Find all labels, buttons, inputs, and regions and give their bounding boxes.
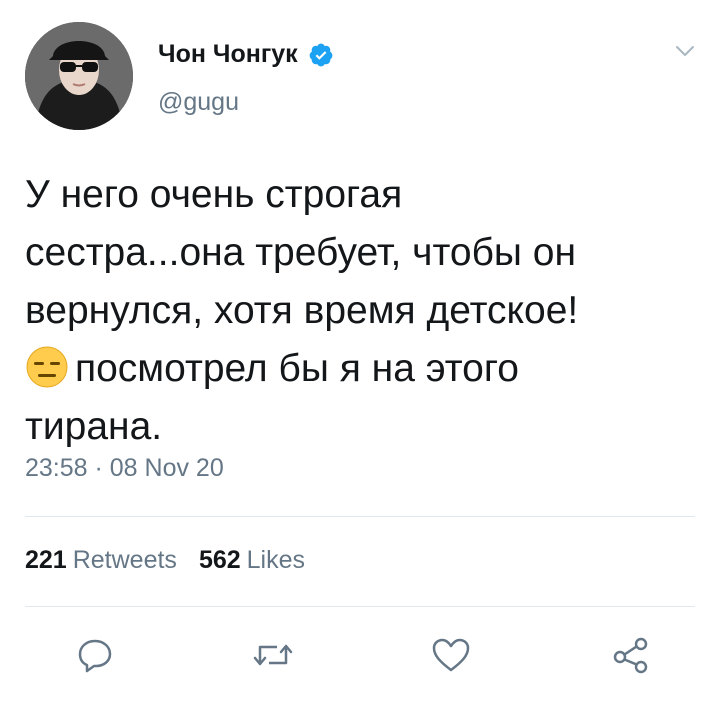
tweet-actions: [0, 630, 720, 680]
divider: [25, 516, 695, 517]
tweet-stats: 221 Retweets 562 Likes: [25, 546, 305, 575]
tweet-text-line: вернулся, хотя время детское!: [25, 289, 579, 332]
retweets-label: Retweets: [72, 546, 177, 574]
chevron-down-icon[interactable]: [672, 38, 698, 64]
reply-icon: [78, 639, 112, 673]
share-button[interactable]: [606, 630, 656, 680]
tweet-text-line: сестра...она требует, чтобы он: [25, 231, 577, 274]
tweet-text-line: посмотрел бы я на этого: [75, 347, 519, 390]
retweets-count: 221: [25, 546, 67, 574]
retweet-icon: [253, 644, 293, 666]
tweet-card: Чон Чонгук @gugu У него очень строгая се…: [0, 0, 720, 704]
tweet-text-line: тирана.: [25, 405, 163, 448]
author-display-name[interactable]: Чон Чонгук: [158, 40, 298, 69]
like-button[interactable]: [426, 630, 476, 680]
reply-button[interactable]: [70, 630, 120, 680]
share-icon: [613, 637, 648, 674]
expressionless-face-emoji-icon: [25, 345, 69, 389]
likes-stat[interactable]: 562 Likes: [199, 546, 305, 575]
verified-badge-icon: [308, 42, 334, 68]
tweet-timestamp[interactable]: 23:58 · 08 Nov 20: [25, 454, 224, 483]
author-handle[interactable]: @gugu: [158, 88, 239, 117]
likes-count: 562: [198, 546, 241, 574]
author-name-row: Чон Чонгук: [158, 40, 334, 69]
tweet-text: У него очень строгая сестра...она требуе…: [25, 166, 695, 456]
retweets-stat[interactable]: 221 Retweets: [25, 546, 177, 575]
tweet-text-line: У него очень строгая: [25, 173, 403, 216]
divider: [25, 606, 695, 607]
heart-icon: [432, 638, 470, 672]
avatar-photo: [25, 22, 133, 130]
retweet-button[interactable]: [248, 630, 298, 680]
likes-label: Likes: [246, 546, 306, 574]
author-avatar[interactable]: [25, 22, 133, 130]
